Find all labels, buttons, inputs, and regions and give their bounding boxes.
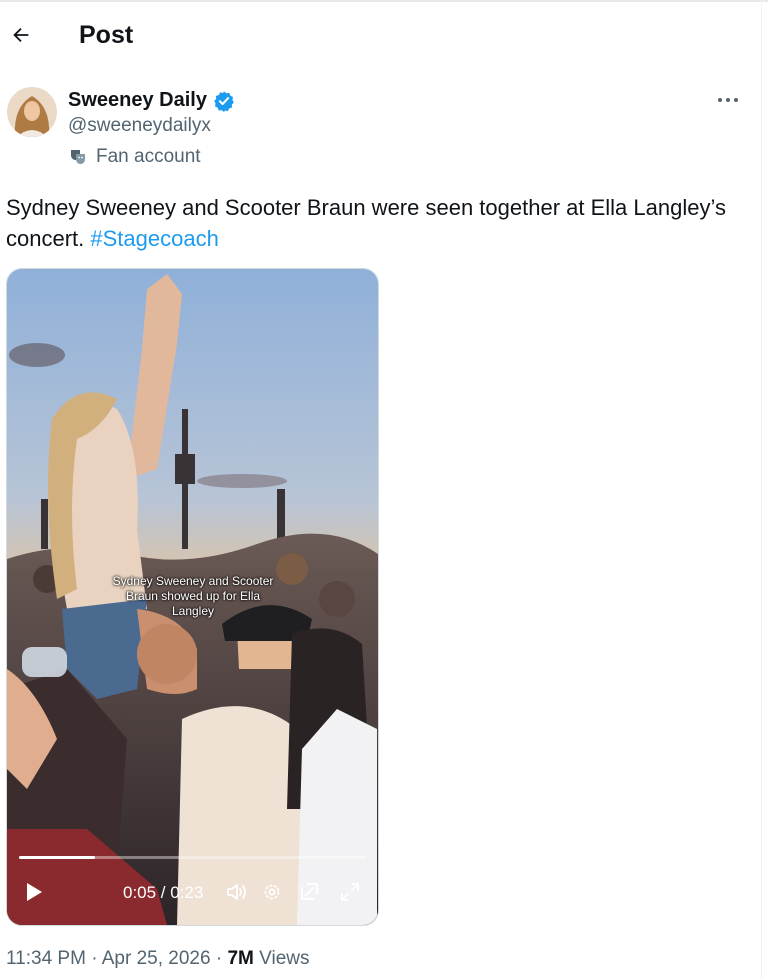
author-name[interactable]: Sweeney Daily — [68, 89, 235, 112]
back-button[interactable] — [6, 20, 36, 50]
arrow-left-icon — [13, 27, 29, 43]
post-text: Sydney Sweeney and Scooter Braun were se… — [6, 192, 751, 254]
more-options-button[interactable] — [713, 86, 743, 114]
views-label: Views — [253, 948, 310, 969]
pip-icon — [301, 883, 318, 900]
fullscreen-button[interactable] — [336, 874, 364, 910]
fan-account-text: Fan account — [96, 146, 201, 167]
verified-badge-icon — [214, 90, 234, 112]
post-meta: 11:34 PM · Apr 25, 2026 · 7M Views — [6, 948, 309, 970]
settings-button[interactable] — [259, 874, 285, 910]
gear-icon — [264, 884, 280, 900]
fan-account-label: Fan account — [68, 146, 201, 168]
more-dots-icon — [718, 98, 738, 102]
page-title: Post — [79, 21, 134, 49]
video-controls: 0:05 / 0:23 — [7, 874, 378, 910]
picture-in-picture-button[interactable] — [295, 874, 323, 910]
masks-icon — [71, 150, 85, 164]
volume-button[interactable] — [223, 874, 251, 910]
video-player[interactable]: Sydney Sweeney and Scooter Braun showed … — [6, 268, 379, 926]
avatar[interactable] — [7, 87, 57, 137]
video-progress-bar[interactable] — [19, 856, 366, 859]
top-divider — [0, 0, 768, 2]
play-button[interactable] — [19, 874, 49, 910]
post-header: Post — [0, 14, 760, 60]
volume-icon — [227, 884, 246, 900]
play-icon — [27, 883, 42, 901]
views-count: 7M — [227, 948, 254, 969]
video-time: 0:05 / 0:23 — [123, 883, 204, 902]
post-timestamp[interactable]: 11:34 PM · Apr 25, 2026 · — [6, 948, 227, 969]
video-progress-fill — [19, 856, 96, 859]
video-caption: Sydney Sweeney and Scooter Braun showed … — [112, 574, 274, 618]
expand-icon — [341, 883, 359, 901]
hashtag-link[interactable]: #Stagecoach — [90, 226, 218, 251]
right-divider — [761, 0, 762, 979]
author-handle[interactable]: @sweeneydailyx — [68, 115, 211, 137]
author-name-text: Sweeney Daily — [68, 89, 207, 111]
